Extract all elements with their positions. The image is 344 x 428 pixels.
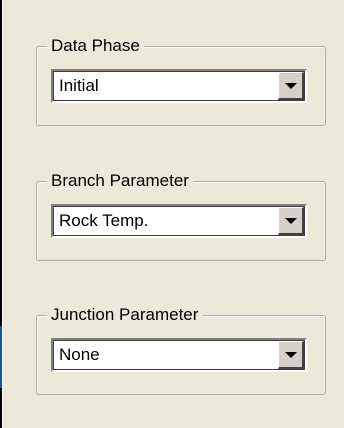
junction-parameter-label: Junction Parameter <box>47 305 203 325</box>
chevron-down-icon <box>285 83 297 89</box>
branch-parameter-label: Branch Parameter <box>47 171 193 191</box>
data-phase-value: Initial <box>59 76 99 95</box>
chevron-down-icon <box>285 218 297 224</box>
branch-parameter-value: Rock Temp. <box>59 211 149 230</box>
junction-parameter-select[interactable]: None <box>51 338 307 372</box>
branch-parameter-select[interactable]: Rock Temp. <box>51 204 307 238</box>
data-phase-select[interactable]: Initial <box>51 69 307 103</box>
junction-parameter-value: None <box>59 345 100 364</box>
junction-parameter-group: Junction Parameter None <box>36 305 326 395</box>
chevron-down-icon <box>285 352 297 358</box>
window-left-highlight <box>2 0 3 428</box>
window-left-accent <box>0 326 2 388</box>
junction-parameter-dropdown-button[interactable] <box>278 341 304 369</box>
data-phase-dropdown-button[interactable] <box>278 72 304 100</box>
data-phase-group: Data Phase Initial <box>36 36 326 126</box>
branch-parameter-dropdown-button[interactable] <box>278 207 304 235</box>
branch-parameter-group: Branch Parameter Rock Temp. <box>36 171 326 261</box>
data-phase-label: Data Phase <box>47 36 144 56</box>
